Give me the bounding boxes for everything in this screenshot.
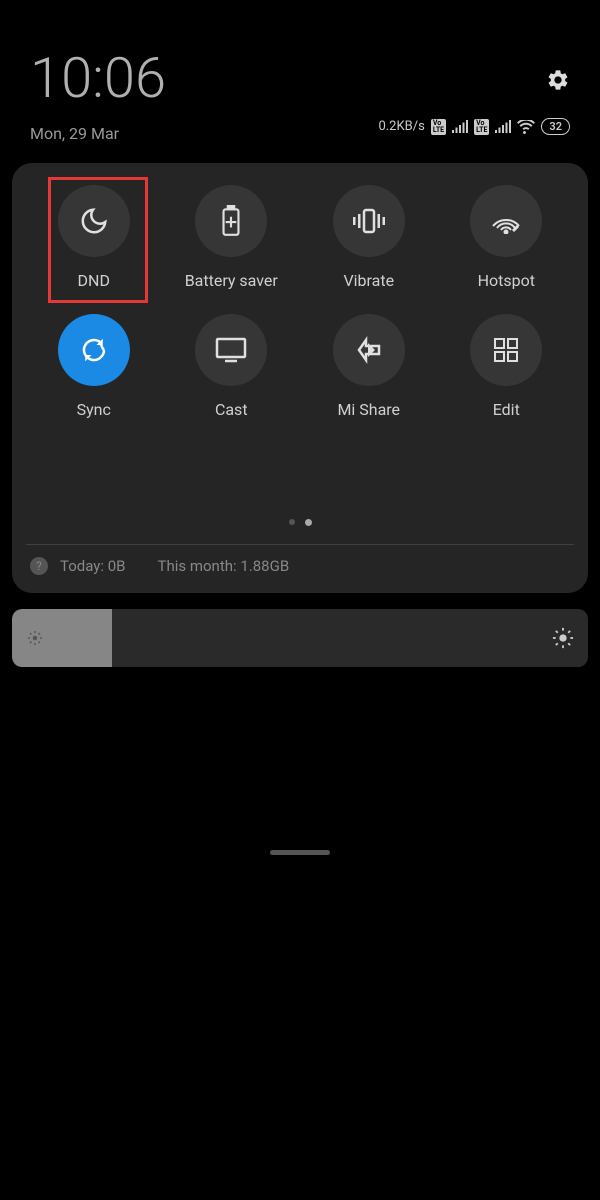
brightness-slider[interactable] [12, 609, 588, 667]
tile-label: Vibrate [343, 271, 394, 290]
dot [289, 519, 295, 525]
mi-share-icon [353, 336, 385, 364]
tile-label: Battery saver [185, 271, 278, 290]
tile-label: Hotspot [478, 271, 535, 290]
clock-time: 10:06 [30, 50, 166, 106]
tile-edit[interactable]: Edit [443, 314, 571, 419]
battery-indicator: 32 [541, 118, 570, 135]
tile-dnd[interactable]: DND [30, 185, 158, 290]
nav-pill[interactable] [270, 850, 330, 855]
battery-plus-icon [220, 205, 242, 237]
signal-icon-2 [495, 120, 511, 133]
brightness-low-icon [26, 629, 44, 647]
tile-mi-share[interactable]: Mi Share [305, 314, 433, 419]
tile-grid: DND Battery saver Vibrate [26, 185, 574, 419]
hotspot-icon [491, 208, 521, 234]
tile-hotspot[interactable]: Hotspot [443, 185, 571, 290]
wifi-icon [517, 120, 535, 134]
tile-sync[interactable]: Sync [30, 314, 158, 419]
tile-label: Sync [77, 400, 111, 419]
data-usage-bar[interactable]: ? Today: 0B This month: 1.88GB [26, 557, 574, 579]
data-speed: 0.2KB/s [378, 119, 424, 134]
time-date-block: 10:06 Mon, 29 Mar [30, 50, 166, 143]
cast-icon [215, 337, 247, 363]
tile-cast[interactable]: Cast [168, 314, 296, 419]
usage-month: This month: 1.88GB [158, 557, 290, 575]
dot-active [305, 519, 312, 526]
tile-battery-saver[interactable]: Battery saver [168, 185, 296, 290]
tile-label: Mi Share [337, 400, 400, 419]
sync-icon [79, 335, 109, 365]
clock-date: Mon, 29 Mar [30, 124, 166, 143]
divider [26, 544, 574, 545]
tile-label: DND [78, 271, 110, 290]
usage-today: Today: 0B [60, 557, 126, 575]
tile-vibrate[interactable]: Vibrate [305, 185, 433, 290]
help-icon: ? [30, 557, 48, 575]
page-indicator[interactable] [26, 519, 574, 526]
moon-icon [79, 206, 109, 236]
brightness-high-icon [552, 627, 574, 649]
quick-settings-panel: DND Battery saver Vibrate [12, 163, 588, 593]
status-bar: 0.2KB/s VoLTE VoLTE 32 [378, 118, 570, 135]
header-right: 0.2KB/s VoLTE VoLTE 32 [378, 50, 570, 135]
tile-label: Cast [215, 400, 248, 419]
settings-icon[interactable] [546, 68, 570, 92]
signal-icon-1 [452, 120, 468, 133]
header: 10:06 Mon, 29 Mar 0.2KB/s VoLTE VoLTE 32 [0, 0, 600, 153]
brightness-fill [12, 609, 112, 667]
tile-label: Edit [493, 400, 520, 419]
edit-grid-icon [493, 337, 519, 363]
volte-badge-1: VoLTE [431, 119, 446, 135]
vibrate-icon [352, 208, 386, 234]
volte-badge-2: VoLTE [474, 119, 489, 135]
